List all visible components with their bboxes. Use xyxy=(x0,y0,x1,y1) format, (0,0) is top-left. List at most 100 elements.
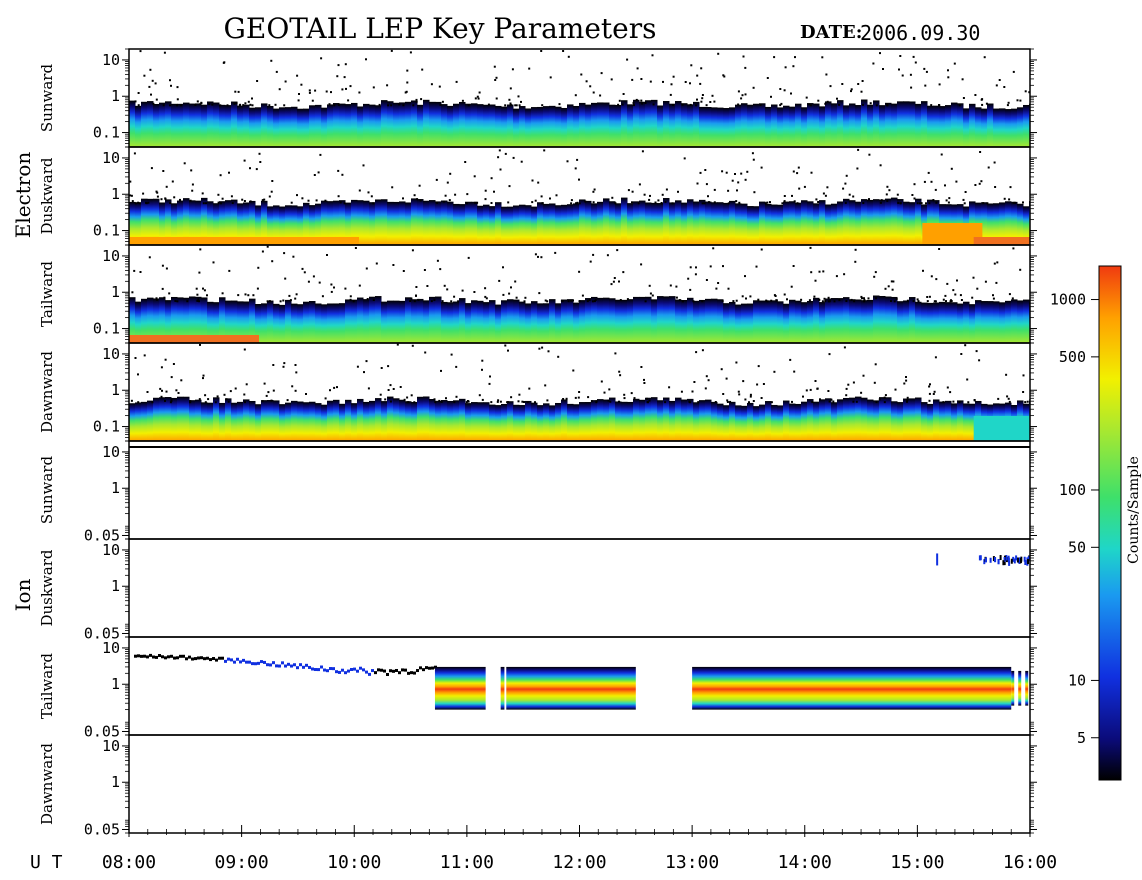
noise-point xyxy=(721,300,724,303)
noise-point xyxy=(176,86,179,89)
noise-point xyxy=(671,202,674,205)
noise-point xyxy=(441,100,444,103)
spectrogram-column xyxy=(471,402,478,441)
noise-point xyxy=(202,377,204,380)
noise-point xyxy=(378,103,381,106)
noise-point xyxy=(924,84,927,87)
noise-point xyxy=(413,194,416,197)
noise-point xyxy=(330,290,333,293)
spectrogram-column xyxy=(441,301,448,343)
spectrogram-column xyxy=(399,300,406,343)
noise-point xyxy=(922,269,924,272)
panel-electron-dawnward: 1010.1Dawnward xyxy=(38,342,1037,442)
noise-point xyxy=(283,362,286,365)
noise-point xyxy=(557,355,560,358)
spectrogram-column xyxy=(507,206,514,245)
noise-point xyxy=(633,104,635,107)
noise-point xyxy=(755,265,758,268)
spectrogram-column xyxy=(675,397,682,441)
noise-point xyxy=(537,255,539,258)
spectrogram-column xyxy=(591,400,598,441)
spectrogram-column xyxy=(465,403,472,441)
noise-point xyxy=(783,293,786,296)
noise-point xyxy=(861,80,864,82)
noise-point xyxy=(891,288,894,291)
noise-point xyxy=(329,389,331,392)
noise-point xyxy=(843,346,846,349)
noise-point xyxy=(592,253,595,256)
noise-point xyxy=(956,279,958,282)
spectrogram-column xyxy=(393,102,400,147)
noise-point xyxy=(816,387,819,390)
spectrogram-column xyxy=(621,197,628,245)
spectrogram-column xyxy=(189,400,196,441)
spectrogram-column xyxy=(477,205,484,245)
spectrogram-column xyxy=(807,103,814,147)
noise-point xyxy=(704,169,707,171)
noise-point xyxy=(923,180,926,183)
spectrogram-column xyxy=(651,299,658,343)
spectrogram-column xyxy=(153,397,160,441)
noise-point xyxy=(137,373,139,376)
spectrogram-column xyxy=(435,400,442,441)
noise-point xyxy=(243,393,246,396)
noise-point xyxy=(627,189,630,192)
noise-point xyxy=(796,172,799,175)
noise-point xyxy=(133,269,136,272)
noise-point xyxy=(692,300,695,303)
noise-point xyxy=(297,99,300,102)
ion-count-mark xyxy=(320,665,323,669)
spectrogram-column xyxy=(219,104,226,147)
panel-electron-duskward: 1010.1Duskward xyxy=(38,146,1037,246)
spectrogram-column xyxy=(615,104,622,147)
ion-count-mark xyxy=(260,660,263,664)
noise-point xyxy=(534,253,537,256)
noise-point xyxy=(179,198,181,201)
noise-point xyxy=(164,197,167,200)
noise-point xyxy=(386,84,389,87)
noise-point xyxy=(518,104,521,107)
noise-point xyxy=(490,202,493,204)
spectrogram-column xyxy=(237,105,244,147)
ion-count-mark xyxy=(1020,557,1022,563)
high-count-strip xyxy=(973,237,1030,245)
ion-count-mark xyxy=(425,666,428,670)
noise-point xyxy=(875,297,877,300)
spectrogram-column xyxy=(849,397,856,441)
noise-point xyxy=(678,299,681,302)
noise-point xyxy=(735,200,738,203)
spectrogram-column xyxy=(543,203,550,245)
noise-point xyxy=(370,195,373,198)
spectrogram-column xyxy=(741,203,748,245)
noise-point xyxy=(243,159,246,162)
noise-point xyxy=(358,91,361,94)
colorbar-tick-label: 5 xyxy=(1077,729,1086,747)
spectrogram-column xyxy=(483,204,490,245)
noise-point xyxy=(712,247,715,250)
noise-point xyxy=(219,202,222,205)
spectrogram-column xyxy=(543,403,550,441)
y-tick-label: 10 xyxy=(102,541,120,559)
spectrogram-column xyxy=(843,105,850,147)
noise-point xyxy=(1024,401,1027,404)
noise-point xyxy=(448,199,451,202)
noise-point xyxy=(845,387,848,390)
noise-point xyxy=(959,294,962,297)
spectrogram-column xyxy=(507,299,514,343)
noise-point xyxy=(992,294,994,297)
spectrogram-column xyxy=(963,301,970,343)
spectrogram-column xyxy=(501,403,508,441)
noise-point xyxy=(372,86,375,89)
noise-point xyxy=(700,100,703,103)
noise-point xyxy=(540,50,543,52)
spectrogram-column xyxy=(891,197,898,245)
noise-point xyxy=(200,101,203,104)
ion-count-mark xyxy=(197,656,200,660)
noise-point xyxy=(203,289,206,292)
noise-point xyxy=(792,170,795,173)
spectrogram-column xyxy=(603,102,610,147)
spectrogram-column xyxy=(519,405,526,441)
noise-point xyxy=(347,99,350,102)
x-tick-label: 15:00 xyxy=(890,852,944,873)
noise-point xyxy=(214,401,217,404)
